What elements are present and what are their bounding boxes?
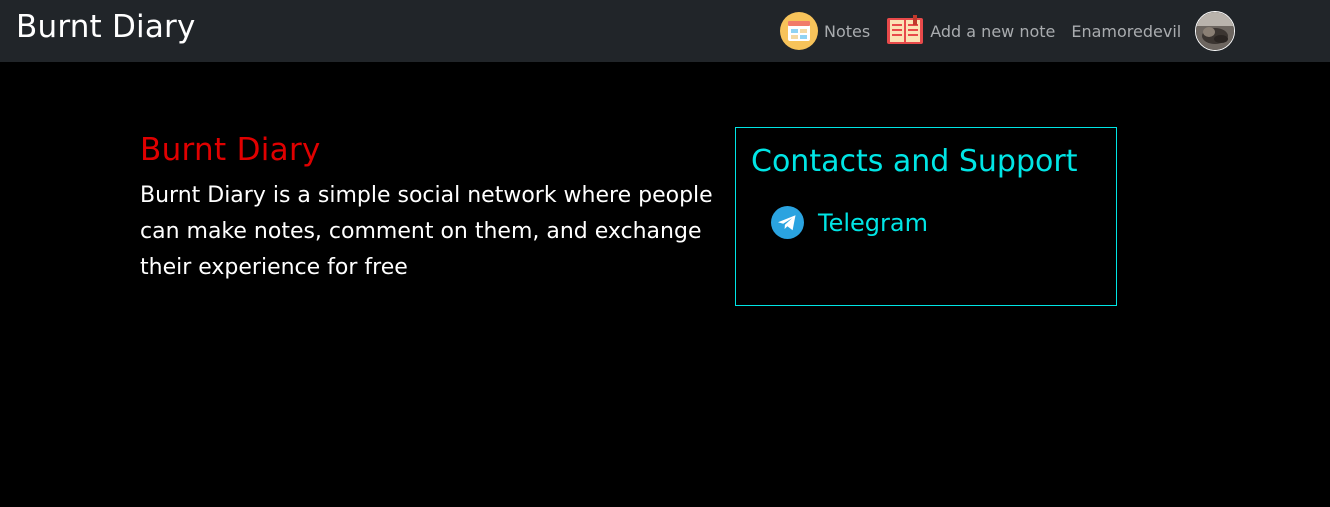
nav-add-note-label: Add a new note (930, 21, 1056, 41)
notes-icon (780, 12, 818, 50)
nav-add-note-link[interactable]: Add a new note (886, 15, 1055, 47)
about-title: Burnt Diary (140, 132, 321, 168)
nav-notes-link[interactable]: Notes (780, 12, 870, 50)
nav-notes-label: Notes (824, 21, 871, 41)
navbar-menu: Notes Add a new note Enamoredevil (780, 11, 1236, 51)
about-text: Burnt Diary is a simple social network w… (140, 183, 713, 280)
telegram-icon (771, 206, 804, 239)
telegram-label: Telegram (818, 208, 928, 237)
username-link[interactable]: Enamoredevil (1071, 22, 1181, 41)
navbar: Burnt Diary Notes Add a new note Enamore… (0, 0, 1330, 62)
contacts-panel: Contacts and Support Telegram (735, 127, 1117, 306)
about-section: Burnt Diary Burnt Diary is a simple soci… (140, 128, 730, 286)
add-note-icon (886, 15, 924, 47)
telegram-link[interactable]: Telegram (771, 206, 928, 239)
brand-link[interactable]: Burnt Diary (16, 8, 196, 46)
avatar[interactable] (1195, 11, 1236, 51)
contacts-title: Contacts and Support (751, 144, 1078, 179)
